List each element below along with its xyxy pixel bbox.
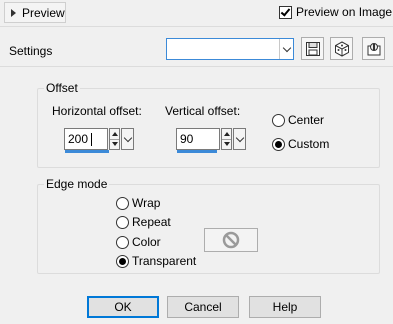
radio-label: Transparent [132, 254, 197, 268]
vertical-offset-label: Vertical offset: [165, 104, 241, 118]
offset-group-title: Offset [44, 81, 80, 95]
spin-down-button[interactable] [110, 140, 119, 150]
chevron-down-icon [235, 133, 244, 142]
preview-on-image-checkbox[interactable]: Preview on Image [279, 5, 392, 19]
arrow-down-icon [223, 142, 230, 147]
manage-presets-button[interactable] [362, 37, 385, 60]
radio-label: Center [288, 113, 325, 127]
preset-dropdown-arrow[interactable] [279, 39, 293, 59]
ok-button[interactable]: OK [87, 296, 159, 318]
dice-icon [334, 40, 349, 57]
preview-toggle-button[interactable]: Preview [4, 2, 66, 23]
radio-button[interactable] [272, 113, 285, 127]
spin-down-button[interactable] [222, 140, 231, 150]
radio-button[interactable] [272, 137, 285, 151]
radio-label: Custom [288, 137, 330, 151]
cancel-button[interactable]: Cancel [167, 296, 239, 318]
checkmark-icon [280, 5, 291, 17]
edge-wrap-radio[interactable]: Wrap [116, 196, 160, 210]
offset-custom-radio[interactable]: Custom [272, 137, 329, 151]
chevron-down-icon [282, 43, 291, 52]
floppy-disk-icon [305, 41, 320, 56]
arrow-down-icon [111, 142, 118, 147]
expand-arrow-icon [11, 8, 16, 17]
preview-label: Preview [22, 5, 65, 20]
radio-label: Color [132, 235, 161, 249]
radio-selected-dot [275, 140, 282, 148]
edge-color-radio[interactable]: Color [116, 235, 161, 249]
edge-mode-group-title: Edge mode [44, 177, 110, 191]
vertical-offset-control[interactable]: 90 [176, 128, 246, 153]
no-color-icon [222, 231, 240, 249]
reset-preset-button[interactable] [330, 37, 353, 60]
radio-button[interactable] [116, 235, 129, 249]
radio-label: Repeat [132, 215, 171, 229]
vertical-offset-dropdown[interactable] [233, 128, 246, 150]
horizontal-offset-value: 200 [68, 132, 89, 146]
horizontal-offset-input[interactable]: 200 [64, 128, 109, 153]
save-preset-button[interactable] [301, 37, 324, 60]
radio-selected-dot [119, 257, 126, 265]
radio-button[interactable] [116, 215, 129, 229]
vertical-offset-slider-bar[interactable] [177, 150, 217, 153]
horizontal-offset-label: Horizontal offset: [52, 104, 142, 118]
radio-button[interactable] [116, 196, 129, 210]
vertical-offset-spinner[interactable] [221, 128, 232, 150]
edge-transparent-radio[interactable]: Transparent [116, 254, 196, 268]
edge-color-swatch-button[interactable] [204, 228, 258, 252]
preset-manager-icon [367, 42, 380, 55]
chevron-down-icon [123, 133, 132, 142]
arrow-up-icon [223, 131, 230, 136]
spin-up-button[interactable] [222, 129, 231, 140]
arrow-up-icon [111, 131, 118, 136]
checkbox-box[interactable] [279, 5, 292, 19]
horizontal-offset-slider-bar[interactable] [65, 150, 109, 153]
spin-up-button[interactable] [110, 129, 119, 140]
horizontal-offset-control[interactable]: 200 [64, 128, 134, 153]
preview-on-image-label: Preview on Image [296, 5, 393, 19]
vertical-offset-value: 90 [180, 132, 194, 146]
edge-repeat-radio[interactable]: Repeat [116, 215, 171, 229]
horizontal-offset-dropdown[interactable] [121, 128, 134, 150]
offset-center-radio[interactable]: Center [272, 113, 324, 127]
radio-label: Wrap [132, 196, 161, 210]
text-cursor [91, 133, 93, 147]
settings-label: Settings [9, 44, 53, 58]
help-button[interactable]: Help [249, 296, 321, 318]
horizontal-offset-spinner[interactable] [109, 128, 120, 150]
preset-combobox[interactable] [166, 38, 294, 60]
radio-button[interactable] [116, 254, 129, 268]
vertical-offset-input[interactable]: 90 [176, 128, 220, 153]
